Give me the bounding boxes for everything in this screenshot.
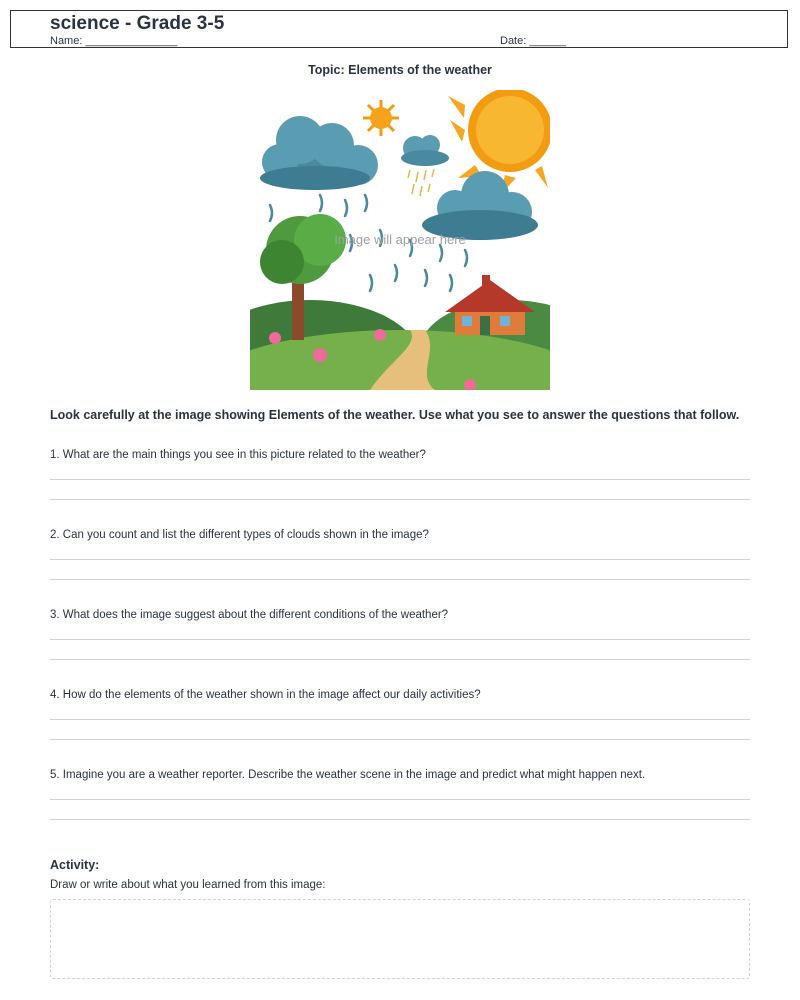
question-text: 1. What are the main things you see in t… <box>50 449 426 461</box>
question-text: 2. Can you count and list the different … <box>50 529 429 541</box>
question-5: 5. Imagine you are a weather reporter. D… <box>50 769 750 820</box>
worksheet-title: science - Grade 3-5 <box>50 13 225 34</box>
activity-drawing-area[interactable] <box>50 899 750 979</box>
question-1: 1. What are the main things you see in t… <box>50 449 750 500</box>
activity-instructions: Draw or write about what you learned fro… <box>50 879 326 891</box>
answer-line[interactable] <box>50 739 750 740</box>
small-sun-icon <box>363 100 399 136</box>
answer-line[interactable] <box>50 499 750 500</box>
question-2: 2. Can you count and list the different … <box>50 529 750 580</box>
answer-line[interactable] <box>50 579 750 580</box>
question-text: 5. Imagine you are a weather reporter. D… <box>50 769 646 781</box>
date-field[interactable]: Date: ______ <box>500 35 566 47</box>
image-placeholder-text: Image will appear here <box>334 232 466 247</box>
question-3: 3. What does the image suggest about the… <box>50 609 750 660</box>
activity-heading: Activity: <box>50 858 100 872</box>
question-text: 3. What does the image suggest about the… <box>50 609 449 621</box>
instructions-text: Look carefully at the image showing Elem… <box>50 408 740 422</box>
answer-line[interactable] <box>50 799 750 800</box>
question-4: 4. How do the elements of the weather sh… <box>50 689 750 740</box>
answer-line[interactable] <box>50 559 750 560</box>
worksheet-header: science - Grade 3-5 Name: ______________… <box>10 10 788 48</box>
question-text: 4. How do the elements of the weather sh… <box>50 689 481 701</box>
answer-line[interactable] <box>50 479 750 480</box>
answer-line[interactable] <box>50 719 750 720</box>
name-field[interactable]: Name: _______________ <box>50 35 177 47</box>
answer-line[interactable] <box>50 659 750 660</box>
weather-illustration: Image will appear here <box>250 90 550 390</box>
answer-line[interactable] <box>50 819 750 820</box>
topic-heading: Topic: Elements of the weather <box>308 63 492 77</box>
answer-line[interactable] <box>50 639 750 640</box>
